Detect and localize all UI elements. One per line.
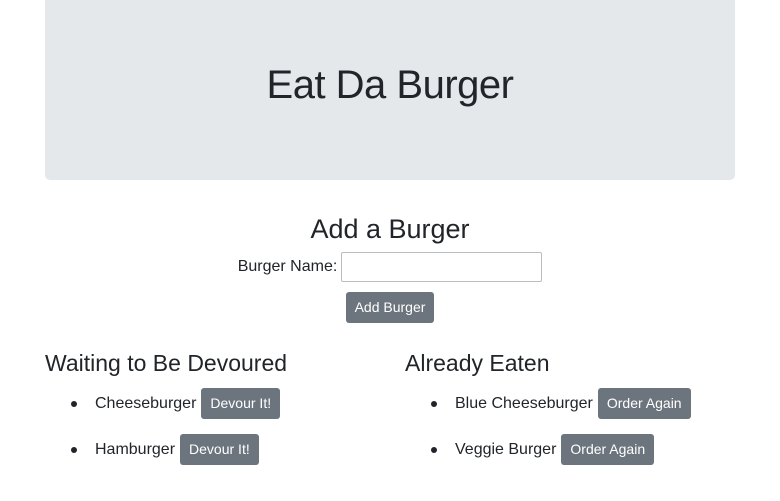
burger-name: Veggie Burger [455,440,557,458]
devour-button[interactable]: Devour It! [180,434,259,465]
bullet-icon [431,400,437,407]
list-item: Veggie Burger Order Again [405,434,750,465]
eaten-column: Already Eaten Blue Cheeseburger Order Ag… [405,348,750,480]
list-item: Cheeseburger Devour It! [45,388,390,419]
burger-name-input[interactable] [341,252,543,282]
burger-name: Hamburger [95,440,176,458]
burger-name: Blue Cheeseburger [455,394,593,412]
bullet-icon [71,400,77,407]
add-burger-heading: Add a Burger [310,214,470,244]
burger-name: Cheeseburger [95,394,197,412]
list-item: Hamburger Devour It! [45,434,390,465]
eaten-list: Blue Cheeseburger Order Again Veggie Bur… [405,388,750,465]
add-burger-section: Add a Burger Burger Name: Add Burger [45,210,735,323]
devour-button[interactable]: Devour It! [201,388,281,419]
bullet-icon [431,446,437,453]
waiting-list: Cheeseburger Devour It! Hamburger Devour… [45,388,390,465]
jumbotron-header: Eat Da Burger [45,0,735,180]
list-item: Blue Cheeseburger Order Again [405,388,750,419]
burger-name-row: Burger Name: [45,252,735,282]
waiting-column: Waiting to Be Devoured Cheeseburger Devo… [45,348,390,480]
eaten-heading: Already Eaten [405,350,550,376]
waiting-heading: Waiting to Be Devoured [45,350,288,376]
order-again-button[interactable]: Order Again [597,388,691,419]
order-again-button[interactable]: Order Again [561,434,655,465]
burger-name-label: Burger Name: [237,258,338,275]
add-burger-button[interactable]: Add Burger [345,292,435,323]
page-title: Eat Da Burger [266,62,514,107]
bullet-icon [71,446,77,453]
